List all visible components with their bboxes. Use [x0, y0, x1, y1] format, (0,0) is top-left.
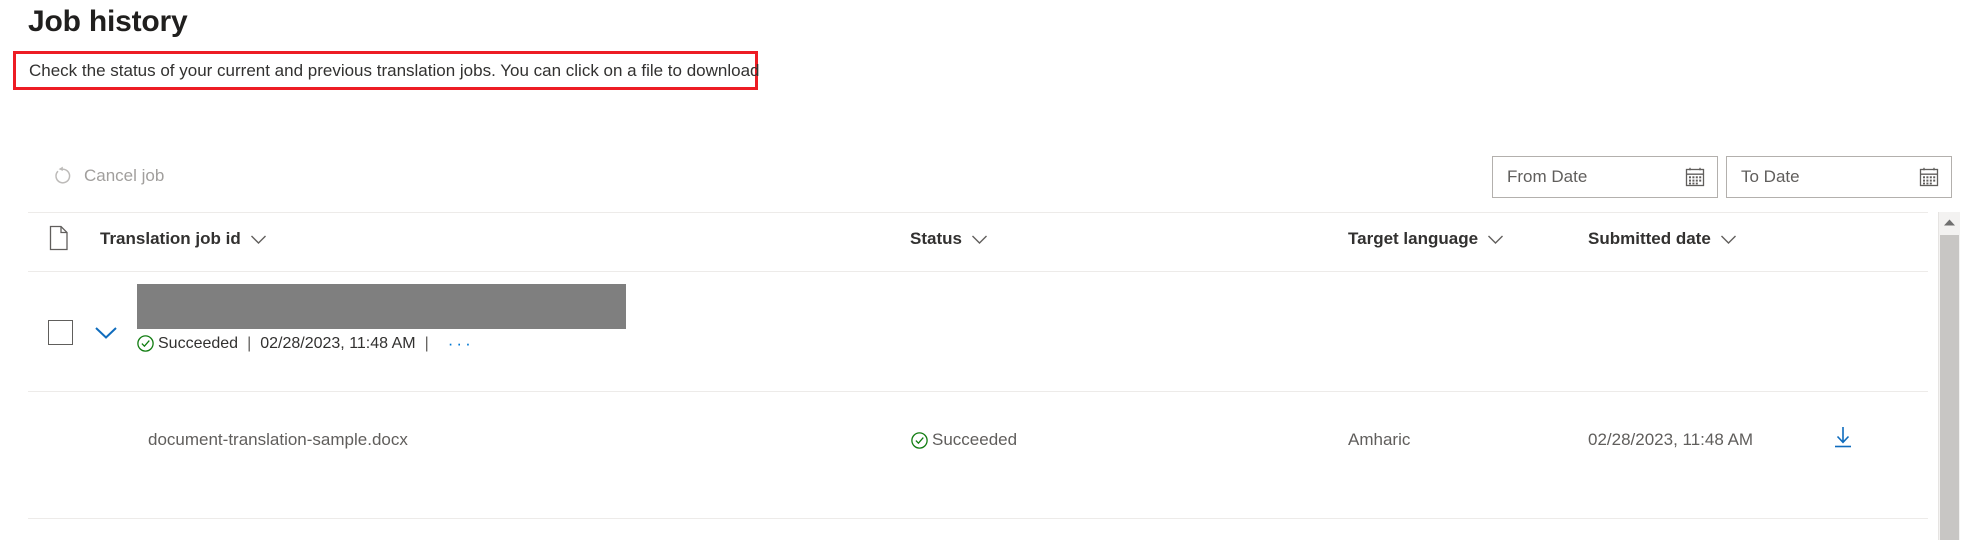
file-row-divider — [28, 518, 1928, 519]
scroll-up-arrow-icon[interactable] — [1939, 212, 1960, 233]
column-header-label: Translation job id — [100, 229, 241, 248]
job-group-meta: Succeeded | 02/28/2023, 11:48 AM | ··· — [136, 334, 474, 353]
chevron-down-icon[interactable] — [1487, 234, 1504, 245]
meta-separator: | — [247, 334, 252, 352]
row-select-checkbox[interactable] — [48, 320, 73, 345]
job-status-text: Succeeded — [158, 334, 239, 352]
page-description: Check the status of your current and pre… — [29, 61, 760, 80]
calendar-icon[interactable] — [1918, 166, 1940, 188]
calendar-icon[interactable] — [1684, 166, 1706, 188]
document-icon — [48, 225, 70, 256]
job-history-page: Job history Check the status of your cur… — [0, 0, 1969, 540]
table-header-row: Translation job id Status Target languag… — [0, 213, 1969, 271]
row-filename[interactable]: document-translation-sample.docx — [148, 430, 408, 450]
success-check-icon — [136, 334, 155, 353]
cancel-job-button[interactable]: Cancel job — [48, 158, 168, 194]
cancel-job-icon — [52, 165, 74, 187]
file-type-column-header[interactable] — [48, 225, 70, 256]
vertical-scrollbar[interactable] — [1938, 212, 1960, 540]
column-header-label: Status — [910, 229, 962, 248]
job-group-row: Succeeded | 02/28/2023, 11:48 AM | ··· — [0, 272, 1969, 392]
row-target-language: Amharic — [1348, 430, 1411, 449]
page-title: Job history — [28, 5, 188, 38]
row-submitted-date: 02/28/2023, 11:48 AM — [1588, 430, 1754, 449]
description-highlight-box: Check the status of your current and pre… — [13, 51, 760, 90]
scrollbar-thumb[interactable] — [1940, 235, 1959, 540]
success-check-icon — [910, 431, 929, 450]
download-icon[interactable] — [1830, 424, 1856, 452]
redacted-job-id — [137, 284, 626, 329]
column-header-target-language[interactable]: Target language — [1348, 229, 1504, 249]
command-bar: Cancel job From Date To Date — [0, 148, 1969, 205]
cancel-job-label: Cancel job — [84, 166, 165, 185]
column-header-submitted-date[interactable]: Submitted date — [1588, 229, 1737, 249]
column-header-status[interactable]: Status — [910, 229, 988, 249]
group-expand-chevron-icon[interactable] — [93, 320, 119, 345]
chevron-down-icon[interactable] — [971, 234, 988, 245]
column-header-label: Target language — [1348, 229, 1479, 248]
from-date-input[interactable]: From Date — [1492, 156, 1718, 198]
to-date-placeholder: To Date — [1741, 167, 1800, 186]
from-date-placeholder: From Date — [1507, 167, 1588, 186]
row-status: Succeeded — [910, 430, 1017, 450]
chevron-down-icon[interactable] — [1720, 234, 1737, 245]
to-date-input[interactable]: To Date — [1726, 156, 1952, 198]
more-actions-button[interactable]: ··· — [448, 335, 474, 352]
job-submitted-date: 02/28/2023, 11:48 AM — [260, 334, 416, 352]
column-header-label: Submitted date — [1588, 229, 1711, 248]
column-header-translation-job-id[interactable]: Translation job id — [100, 229, 267, 249]
meta-separator: | — [424, 334, 429, 352]
row-status-label: Succeeded — [932, 430, 1018, 449]
chevron-down-icon[interactable] — [250, 234, 267, 245]
table-row[interactable]: document-translation-sample.docx Succeed… — [0, 392, 1969, 512]
